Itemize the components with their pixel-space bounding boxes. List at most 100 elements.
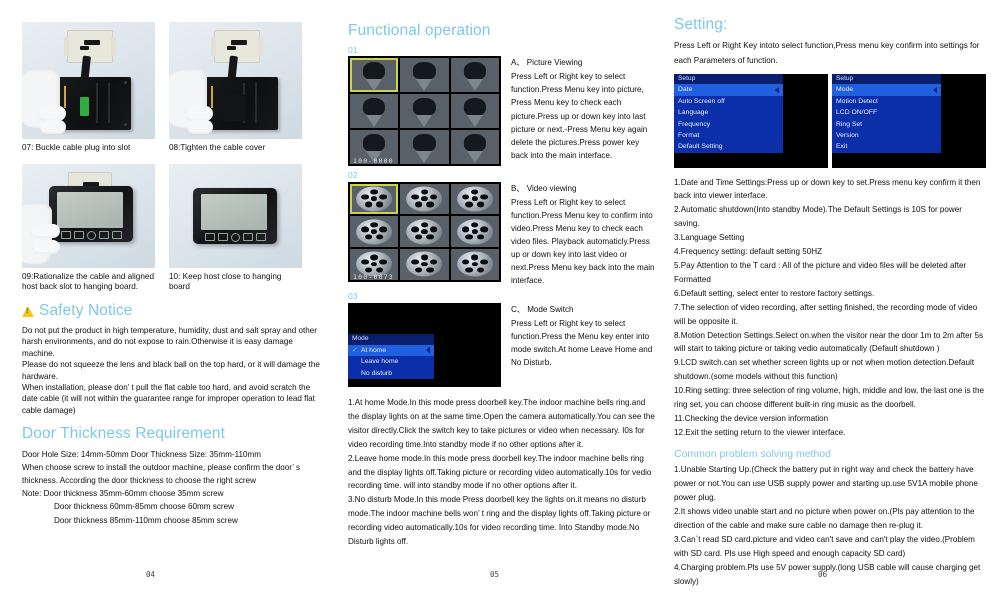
picture-thumbnail[interactable] xyxy=(350,58,399,93)
video-thumbnail[interactable] xyxy=(400,183,449,215)
setup-item-label: LCD ON/OFF xyxy=(836,109,878,117)
setting-item-8: 8.Motion Detection Settings.Select on.wh… xyxy=(674,330,984,354)
mode-menu-item-no-disturb[interactable]: No disturb xyxy=(348,368,434,379)
unit-slot-secondary xyxy=(255,83,257,123)
screw-hole xyxy=(124,81,127,84)
step-label-03: 03 xyxy=(348,291,358,302)
mode-item-label: No disturb xyxy=(361,369,392,377)
common-problems-title: Common problem solving method xyxy=(674,447,831,460)
photo-cell-07: 07: Buckle cable plug into slot xyxy=(22,22,155,154)
setting-item-11: 11.Checking the device version informati… xyxy=(674,413,829,423)
setting-item-5: 5.Pay Attention to the T card : All of t… xyxy=(674,260,967,284)
picture-thumbnail[interactable] xyxy=(400,130,449,165)
indoor-monitor xyxy=(193,187,277,244)
page-number-left: 04 xyxy=(146,570,156,579)
mode-menu-item-at-home[interactable]: ✓ At home xyxy=(348,344,434,357)
setup-item-format[interactable]: Format xyxy=(674,130,783,141)
page-number-mid: 05 xyxy=(490,570,500,579)
video-thumbnail[interactable] xyxy=(400,248,449,280)
setup-item-version[interactable]: Version xyxy=(832,130,941,141)
setup-item-ring-set[interactable]: Ring Set xyxy=(832,119,941,130)
door-line-3: thickness. According the door thickness … xyxy=(22,476,256,486)
setup-item-lcd-on-off[interactable]: LCD ON/OFF xyxy=(832,107,941,118)
monitor-button-row xyxy=(61,230,122,240)
video-thumbnail[interactable] xyxy=(350,216,399,247)
mode-switch-body: Press Left or Right key to select functi… xyxy=(511,319,653,368)
setup-item-motion-detect[interactable]: Motion Detect xyxy=(832,96,941,107)
setting-item-12: 12.Exit the setting return to the viewer… xyxy=(674,427,846,437)
picture-thumbnail[interactable] xyxy=(350,94,399,129)
setup-item-language[interactable]: Language xyxy=(674,107,783,118)
setting-item-2: 2.Automatic shutdown(Into standby Mode).… xyxy=(674,205,962,229)
problem-item-3: 3.Can`t read SD card.picture and video c… xyxy=(674,534,975,558)
warning-triangle-icon xyxy=(22,305,34,317)
photo-caption-09: 09:Rationalize the cable and aligned hos… xyxy=(22,271,155,292)
screen-mode-switch: Mode ✓ At home Leave home No disturb xyxy=(348,302,501,387)
unit-gold-strip xyxy=(64,86,66,108)
page-number-right: 06 xyxy=(818,570,828,579)
glove-finger xyxy=(30,223,60,238)
settings-instruction-list: 1.Date and Time Settings:Press up or dow… xyxy=(674,176,986,440)
left-column: 07: Buckle cable plug into slot 08:Tight… xyxy=(0,0,340,593)
mode-menu-item-leave-home[interactable]: Leave home xyxy=(348,356,434,367)
setup-menu-2: Setup Mode Motion Detect LCD ON/OFF Ring… xyxy=(832,73,942,153)
screen-setup-menu-2: Setup Mode Motion Detect LCD ON/OFF Ring… xyxy=(832,73,986,168)
door-note-1: Note: Door thickness 35mm-60mm choose 35… xyxy=(22,489,224,499)
setup-item-default-setting[interactable]: Default Setting xyxy=(674,141,783,152)
picture-thumbnail[interactable] xyxy=(450,130,499,165)
picture-thumbnail[interactable] xyxy=(450,94,499,129)
functional-operation-title: Functional operation xyxy=(348,22,491,39)
setup-item-mode[interactable]: Mode xyxy=(832,84,942,96)
glove-finger xyxy=(32,239,60,254)
photo-cell-09: 09:Rationalize the cable and aligned hos… xyxy=(22,163,155,293)
setting-item-4: 4.Frequency setting: default setting 50H… xyxy=(674,247,823,257)
cable-cover xyxy=(223,95,245,121)
mode-item-label: Leave home xyxy=(361,358,399,366)
video-viewing-title: B、 Video viewing xyxy=(511,183,577,193)
video-thumbnail[interactable] xyxy=(450,183,499,215)
left-arrow-icon xyxy=(425,347,430,354)
mode-descriptions: 1.At home Mode.In this mode press doorbe… xyxy=(348,396,658,549)
video-thumbnail[interactable] xyxy=(450,216,499,247)
mode-description-no-disturb: 3.No disturb Mode.In this mode Press doo… xyxy=(348,495,651,547)
door-note-2: Door thickness 60mm-85mm choose 60mm scr… xyxy=(54,502,234,512)
door-thickness-body: Door Hole Size: 14mm-50mm Door Thickness… xyxy=(22,448,322,527)
picture-thumbnail[interactable] xyxy=(450,58,499,93)
setup-item-date[interactable]: Date xyxy=(674,84,784,96)
video-viewing-text: B、 Video viewing Press Left or Right key… xyxy=(511,182,658,288)
mode-button-icon xyxy=(256,232,266,241)
glove-finger xyxy=(40,120,66,134)
video-thumbnail[interactable] xyxy=(350,183,399,215)
picture-thumbnail-grid xyxy=(348,56,501,166)
glove-finger xyxy=(187,120,213,134)
setup-item-label: Auto Screen off xyxy=(678,97,725,105)
picture-thumbnail[interactable] xyxy=(400,94,449,129)
right-column: Setting: Press Left or Right Key intoto … xyxy=(670,0,1000,593)
setup-item-auto-screen-off[interactable]: Auto Screen off xyxy=(674,96,783,107)
video-thumbnail[interactable] xyxy=(450,248,499,280)
setup-item-label: Mode xyxy=(836,86,854,94)
setup-item-label: Frequency xyxy=(678,120,711,128)
video-thumbnail[interactable] xyxy=(400,216,449,247)
screen-setup-menu-1: Setup Date Auto Screen off Language Freq… xyxy=(674,73,828,168)
mode-item-label: At home xyxy=(360,346,387,354)
setup-item-exit[interactable]: Exit xyxy=(832,141,941,152)
install-photo-grid-bottom: 09:Rationalize the cable and aligned hos… xyxy=(22,163,322,293)
mode-switch-text: C、 Mode Switch Press Left or Right key t… xyxy=(511,303,658,387)
video-viewing-body: Press Left or Right key to select functi… xyxy=(511,197,655,286)
photo-caption-08: 08:Tighten the cable cover xyxy=(169,143,266,152)
setup-item-frequency[interactable]: Frequency xyxy=(674,119,783,130)
mode-button-icon xyxy=(112,230,122,239)
problem-item-1: 1.Unable Starting Up.(Check the battery … xyxy=(674,465,978,503)
photo-cell-08: 08:Tighten the cable cover xyxy=(169,22,302,154)
picture-thumbnail[interactable] xyxy=(400,58,449,93)
safety-paragraph-3: When installation, please don’ t pull th… xyxy=(22,382,315,415)
safety-notice-body: Do not put the product in high temperatu… xyxy=(22,325,322,417)
setting-item-9: 9.LCD switch.can set whether screen ligh… xyxy=(674,358,975,382)
setup-menu-1-title: Setup xyxy=(674,73,784,85)
indoor-monitor xyxy=(49,185,133,242)
cable-connector-secondary xyxy=(80,46,89,50)
picture-button-icon xyxy=(61,230,71,239)
video-thumbnail-grid xyxy=(348,182,501,282)
monitor-button-row xyxy=(205,232,266,242)
